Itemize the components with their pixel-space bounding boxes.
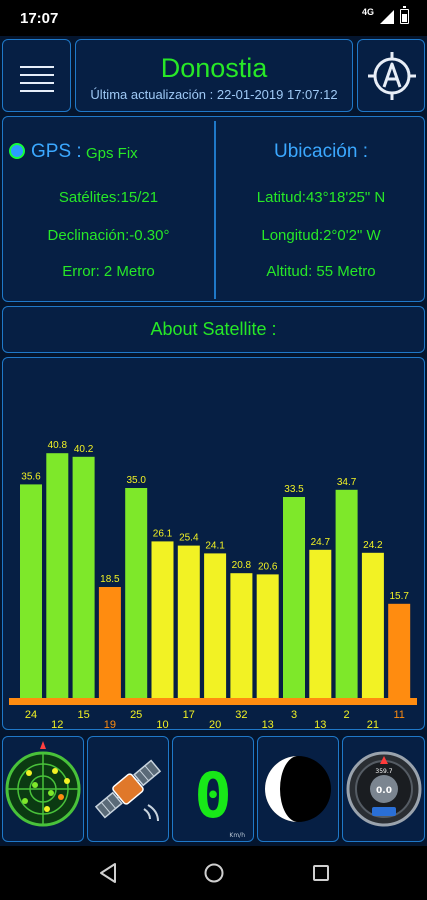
hamburger-icon [20,66,54,98]
bar-value-label: 20.6 [258,561,278,572]
satellite-id-label: 32 [235,709,247,721]
satellite-id-label: 2 [344,709,350,721]
bar-value-label: 24.7 [311,537,331,548]
signal-bar [46,453,69,698]
last-updated: Última actualización : 22-01-2019 17:07:… [90,87,338,102]
about-satellite-label: About Satellite : [150,319,277,339]
bar-value-label: 35.0 [126,475,146,486]
gps-status-dot-icon [9,143,25,159]
bar-value-label: 24.1 [205,540,225,551]
gps-info-panel: GPS : Gps Fix Satélites:15/21 Declinació… [2,116,425,302]
compass-a-icon [368,52,416,100]
signal-bar [335,489,358,698]
satellite-id-label: 20 [209,719,221,728]
bar-value-label: 34.7 [337,477,357,488]
app-screen: Donostia Última actualización : 22-01-20… [0,36,427,846]
recents-icon[interactable] [311,862,331,884]
home-icon[interactable] [203,862,225,884]
status-bar: 17:07 4G [0,0,427,36]
signal-bar [20,484,42,698]
compass-logo-button[interactable] [357,39,425,112]
speedometer-tool-button[interactable]: 0 Km/h [172,736,254,842]
satellite-id-label: 17 [183,709,195,721]
satellite-id-label: 21 [367,719,379,728]
satellite-id-label: 13 [314,719,326,728]
back-icon[interactable] [98,862,118,884]
satellite-id-label: 15 [77,709,89,721]
signal-bar [309,549,332,698]
signal-bar [98,587,121,698]
satellite-icon [94,759,162,822]
signal-bar [388,603,411,698]
bar-value-label: 24.2 [363,540,383,551]
satellite-id-label: 12 [51,719,63,728]
speedometer-icon: 0 Km/h [194,759,245,839]
bar-value-label: 33.5 [284,484,304,495]
compass-heading-value: 359.7 [375,768,392,775]
satellite-id-label: 11 [393,709,404,721]
bar-value-label: 35.6 [21,471,41,482]
bar-value-label: 20.8 [232,560,252,571]
satellite-id-label: 13 [262,719,274,728]
compass-icon: 0.0 359.7 [346,751,422,827]
altitude-value: Altitud: 55 Metro [266,263,376,280]
bar-value-label: 25.4 [179,533,199,544]
signal-bar [361,552,384,698]
location-title: Ubicación : [274,141,368,162]
network-type-label: 4G [361,6,374,17]
latitude-value: Latitud:43°18'25" N [256,189,386,206]
bar-value-label: 15.7 [389,591,409,602]
radar-tool-button[interactable] [2,736,84,842]
about-satellite-panel[interactable]: About Satellite : [2,306,425,353]
compass-speed-value: 0.0 [376,786,392,796]
gps-error-value: Error: 2 Metro [62,263,155,280]
signal-bar [72,456,95,698]
signal-bar [283,497,305,698]
bar-value-label: 40.8 [48,440,68,451]
city-name: Donostia [160,53,268,83]
speed-unit: Km/h [229,832,245,839]
satellites-count: Satélites:15/21 [58,189,159,206]
signal-bar [204,553,227,698]
signal-bar [151,541,174,698]
satellite-signal-chart: 35.6 24 40.8 12 40.2 15 18.5 19 35.0 25 26.1 10 25.4… [2,357,425,730]
status-time: 17:07 [20,10,59,27]
battery-icon [400,6,409,24]
signal-bar [177,545,200,698]
menu-button[interactable] [2,39,71,112]
longitude-value: Longitud:2°0'2" W [261,227,381,244]
chart-baseline [9,698,417,705]
bar-value-label: 40.2 [74,444,94,455]
satellite-id-label: 19 [104,719,116,728]
signal-bar [125,488,148,698]
satellite-id-label: 10 [156,719,168,728]
status-icons: 4G [361,6,409,24]
signal-bar [256,574,279,698]
header-title-panel: Donostia Última actualización : 22-01-20… [75,39,353,112]
bar-value-label: 26.1 [153,528,173,539]
satellite-id-label: 24 [25,709,37,721]
signal-icon [380,9,394,24]
speed-value: 0 [194,759,231,832]
moon-phase-tool-button[interactable] [257,736,339,842]
navigation-bar [0,846,427,900]
signal-bar [230,573,253,698]
radar-icon [5,741,81,827]
moon-phase-icon [265,756,331,822]
gps-label: GPS : [31,141,82,162]
compass-tool-button[interactable]: 0.0 359.7 [342,736,425,842]
satellite-id-label: 25 [130,709,142,721]
bar-value-label: 18.5 [100,574,120,585]
declination-value: Declinación:-0.30° [47,227,170,244]
satellite-id-label: 3 [291,709,297,721]
signal-bar-chart: 35.6 24 40.8 12 40.2 15 18.5 19 35.0 25 26.1 10 25.4… [9,440,417,728]
gps-fix-status: Gps Fix [86,145,138,162]
satellite-tool-button[interactable] [87,736,169,842]
